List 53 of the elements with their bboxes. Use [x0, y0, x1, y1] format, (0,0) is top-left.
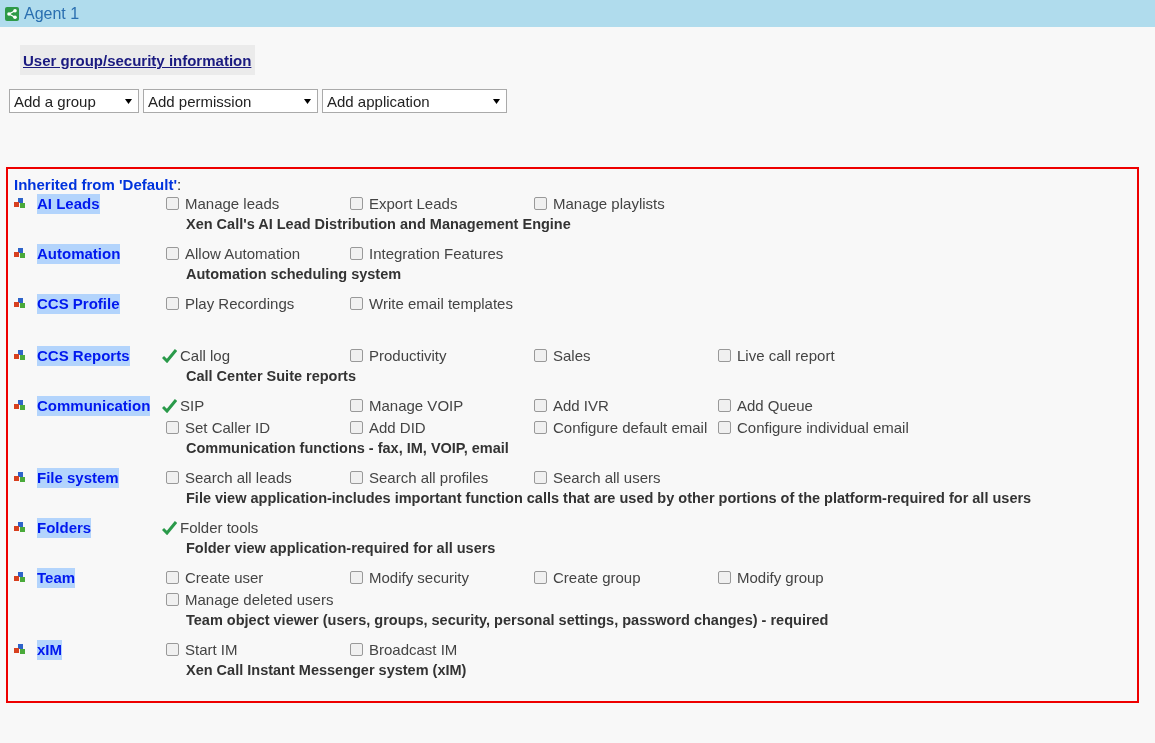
- permission-label: Search all profiles: [369, 469, 489, 486]
- permission-label: SIP: [180, 397, 205, 414]
- application-description: Xen Call's AI Lead Distribution and Management Engine: [185, 215, 572, 234]
- permission-label: Play Recordings: [185, 295, 295, 312]
- application-link[interactable]: Communication: [37, 396, 151, 416]
- permission-label: Search all users: [553, 469, 661, 486]
- application-link[interactable]: Team: [37, 568, 76, 588]
- permission-label: Add DID: [369, 419, 426, 436]
- permission-label: Set Caller ID: [185, 419, 271, 436]
- dropdown[interactable]: Add application: [322, 89, 507, 113]
- application-link[interactable]: Automation: [37, 244, 121, 264]
- application-description: Team object viewer (users, groups, security, personal settings, password changes) - required: [185, 611, 830, 630]
- permission-label: Start IM: [185, 641, 238, 658]
- permission-label: Broadcast IM: [369, 641, 458, 658]
- application-description: Call Center Suite reports: [185, 367, 357, 386]
- dropdown[interactable]: Add a group: [9, 89, 139, 113]
- permission-label: Manage deleted users: [185, 591, 334, 608]
- permission-label: Configure individual email: [737, 419, 909, 436]
- permission-label: Write email templates: [369, 295, 513, 312]
- application-link[interactable]: CCS Profile: [37, 294, 120, 314]
- permission-label: Productivity: [369, 347, 447, 364]
- application-link[interactable]: AI Leads: [37, 194, 100, 214]
- application-description: File view application-includes important function calls that are used by other portions of the platform-required for all users: [185, 489, 1033, 508]
- application-link[interactable]: File system: [37, 468, 119, 488]
- permission-label: Folder tools: [180, 519, 259, 536]
- permission-label: Call log: [180, 347, 231, 364]
- permission-label: Configure default email: [553, 419, 708, 436]
- permission-label: Add Queue: [737, 397, 813, 414]
- application-description: Xen Call Instant Messenger system (xIM): [185, 661, 468, 680]
- application-link[interactable]: Folders: [37, 518, 92, 538]
- permission-label: Integration Features: [369, 245, 504, 262]
- inherited-label: Inherited from 'Default':: [14, 176, 183, 193]
- permission-label: Manage leads: [185, 195, 280, 212]
- permission-label: Manage VOIP: [369, 397, 464, 414]
- permission-label: Search all leads: [185, 469, 292, 486]
- permission-label: Sales: [553, 347, 591, 364]
- permission-label: Add IVR: [553, 397, 609, 414]
- permission-label: Export Leads: [369, 195, 458, 212]
- application-description: Automation scheduling system: [185, 265, 403, 284]
- permission-label: Modify security: [369, 569, 470, 586]
- permission-label: Live call report: [737, 347, 835, 364]
- dropdown[interactable]: Add permission: [143, 89, 318, 113]
- application-link[interactable]: xIM: [37, 640, 62, 660]
- permission-label: Create group: [553, 569, 641, 586]
- permission-label: Modify group: [737, 569, 824, 586]
- permission-label: Allow Automation: [185, 245, 301, 262]
- header-title: Agent 1: [24, 4, 80, 23]
- permission-label: Create user: [185, 569, 264, 586]
- permission-label: Manage playlists: [553, 195, 665, 212]
- application-description: Folder view application-required for all users: [185, 539, 497, 558]
- application-description: Communication functions - fax, IM, VOIP, email: [185, 439, 510, 458]
- section-link[interactable]: User group/security information: [20, 45, 256, 75]
- application-link[interactable]: CCS Reports: [37, 346, 130, 366]
